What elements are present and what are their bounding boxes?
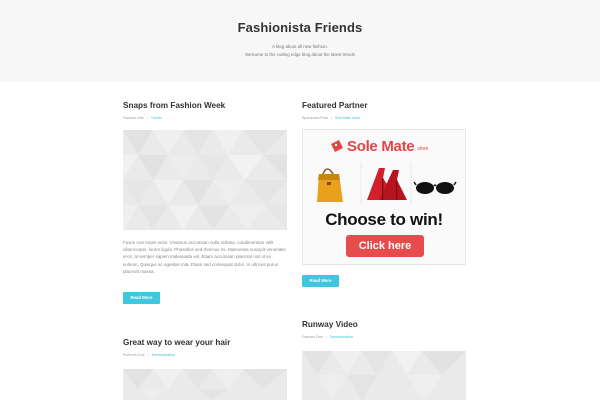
featured-partner: Featured Partner Sponsored Post • Sole Mat… [302, 101, 466, 120]
post-author[interactable]: Frances Doe [123, 116, 144, 120]
post-excerpt: Fusce non turpis enim. Vivamus accumsan … [123, 240, 286, 274]
shoe-tag-icon [331, 140, 343, 152]
site-header: Fashionista Friends A blog about all new… [0, 0, 600, 82]
post-title[interactable]: Great way to wear your hair [123, 338, 287, 347]
tagline-line-1: A blog about all new fashion. [272, 44, 328, 49]
red-heels-icon [367, 168, 407, 200]
tagline-line-2: Welcome to the cutting edge blog about t… [245, 52, 355, 57]
post-snaps-fashion-week: Snaps from Fashion Week Frances Doe • Tren… [123, 101, 287, 120]
meta-separator: • [330, 116, 332, 120]
triangle-pattern-image [123, 130, 287, 230]
post-meta: Frances Doe • Demonstration [302, 335, 466, 339]
post-title[interactable]: Snaps from Fashion Week [123, 101, 287, 110]
site-title[interactable]: Fashionista Friends [0, 20, 600, 35]
post-hair: Great way to wear your hair Pretl ces Do… [123, 338, 287, 357]
post-category-link[interactable]: Sole Mate store [335, 116, 360, 120]
sunglasses-icon [413, 181, 457, 194]
post-author[interactable]: Sponsored Post [302, 116, 328, 120]
read-more-button[interactable]: Read More [302, 275, 339, 287]
triangle-pattern-image [123, 369, 287, 400]
product-images [317, 162, 457, 204]
meta-separator: • [325, 335, 327, 339]
ad-headline: Choose to win! [325, 210, 443, 229]
ad-brand-suffix: store [417, 146, 429, 152]
post-meta: Pretl ces Doe • Demonstration [123, 353, 287, 357]
post-author[interactable]: Frances Doe [302, 335, 323, 339]
post-meta: Sponsored Post • Sole Mate store [302, 116, 466, 120]
meta-separator: • [146, 116, 148, 120]
post-author[interactable]: Pretl ces Doe [123, 353, 145, 357]
post-category-link[interactable]: Trends [151, 116, 162, 120]
video-thumbnail[interactable] [302, 351, 466, 400]
post-category-link[interactable]: Demonstration [330, 335, 353, 339]
post-thumbnail[interactable] [123, 369, 287, 400]
post-meta: Frances Doe • Trends [123, 116, 287, 120]
site-tagline: A blog about all new fashion. Welcome to… [0, 43, 600, 59]
runway-video-post: Runway Video Frances Doe • Demonstration [302, 320, 466, 339]
post-title[interactable]: Runway Video [302, 320, 466, 329]
read-more-button[interactable]: Read More [123, 292, 160, 304]
post-thumbnail[interactable] [123, 130, 287, 230]
ad-logo: Sole Mate store [330, 138, 428, 155]
sole-mate-ad-banner[interactable]: Sole Mate store Choose to win! Click her… [302, 129, 466, 265]
triangle-pattern-image [302, 351, 466, 400]
post-title[interactable]: Featured Partner [302, 101, 466, 110]
post-category-link[interactable]: Demonstration [152, 353, 175, 357]
ad-brand-name: Sole Mate [347, 138, 415, 155]
meta-separator: • [147, 353, 149, 357]
handbag-icon [317, 168, 343, 202]
ad-click-here-button[interactable]: Click here [346, 235, 424, 257]
